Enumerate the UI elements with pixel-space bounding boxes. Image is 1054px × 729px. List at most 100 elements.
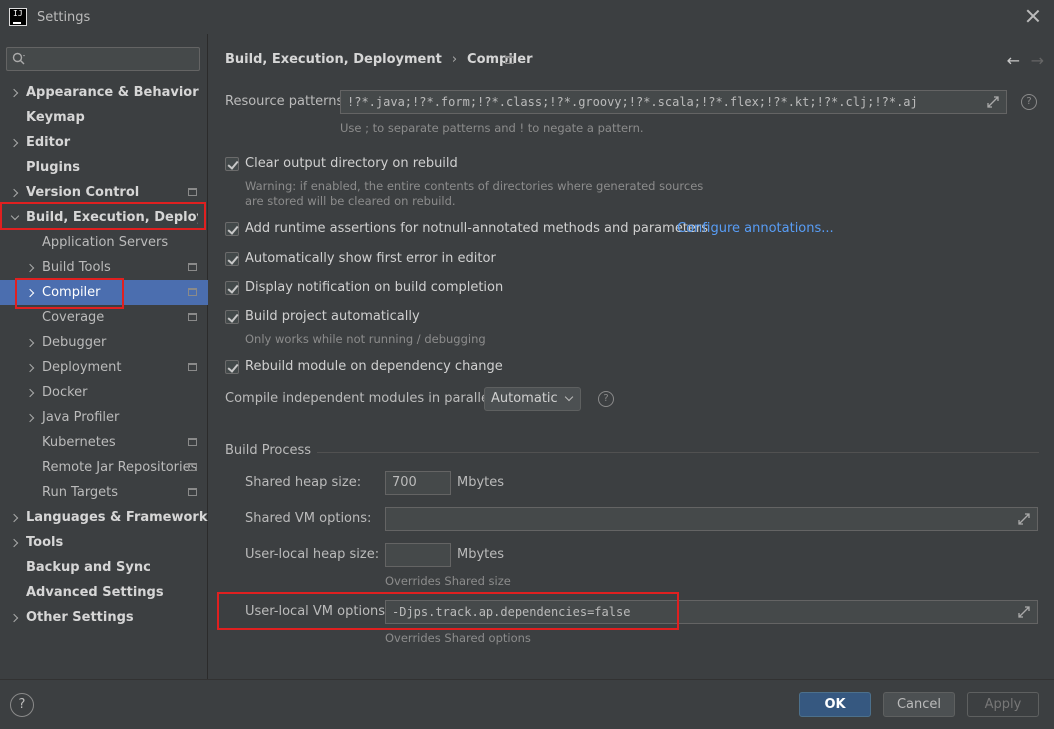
- project-scope-icon: [188, 488, 197, 496]
- project-scope-icon: [188, 288, 197, 296]
- sidebar-item-build-tools[interactable]: Build Tools: [0, 255, 208, 280]
- sidebar-item-label: Debugger: [42, 335, 107, 350]
- clear-output-label: Clear output directory on rebuild: [245, 156, 458, 171]
- section-divider: [317, 452, 1039, 453]
- window-title: Settings: [37, 9, 91, 25]
- close-icon[interactable]: [1024, 7, 1042, 25]
- sidebar-item-label: Appearance & Behavior: [26, 85, 199, 100]
- project-scope-icon: [188, 313, 197, 321]
- display-notification-label: Display notification on build completion: [245, 280, 504, 295]
- sidebar-item-label: Application Servers: [42, 235, 169, 250]
- breadcrumb: Build, Execution, Deployment › Compiler: [225, 52, 533, 67]
- help-icon[interactable]: ?: [598, 391, 614, 407]
- help-button[interactable]: ?: [10, 693, 34, 717]
- sidebar-item-languages-frameworks[interactable]: Languages & Frameworks: [0, 505, 208, 530]
- chevron-right-icon: [11, 613, 20, 622]
- user-heap-label: User-local heap size:: [245, 547, 380, 562]
- search-icon: [12, 52, 25, 65]
- chevron-right-icon: [11, 188, 20, 197]
- forward-arrow-icon[interactable]: →: [1031, 51, 1044, 70]
- configure-annotations-link[interactable]: Configure annotations...: [677, 221, 834, 236]
- sidebar-item-label: Java Profiler: [42, 410, 120, 425]
- clear-output-checkbox[interactable]: [225, 157, 239, 171]
- sidebar-item-advanced-settings[interactable]: Advanced Settings: [0, 580, 208, 605]
- display-notification-checkbox[interactable]: [225, 281, 239, 295]
- sidebar-item-label: Backup and Sync: [26, 560, 151, 575]
- title-bar: IJ Settings: [0, 0, 1054, 34]
- project-scope-icon: [188, 438, 197, 446]
- user-heap-input[interactable]: [385, 543, 451, 567]
- sidebar-item-java-profiler[interactable]: Java Profiler: [0, 405, 208, 430]
- chevron-right-icon: [27, 363, 36, 372]
- expand-icon[interactable]: [986, 95, 1000, 109]
- sidebar-item-label: Tools: [26, 535, 64, 550]
- apply-button[interactable]: Apply: [967, 692, 1039, 717]
- sidebar-item-label: Kubernetes: [42, 435, 116, 450]
- shared-vm-input[interactable]: [385, 507, 1038, 531]
- back-arrow-icon[interactable]: ←: [1007, 51, 1020, 70]
- ok-button[interactable]: OK: [799, 692, 871, 717]
- search-input[interactable]: [33, 50, 193, 68]
- chevron-right-icon: [11, 138, 20, 147]
- sidebar-item-label: Keymap: [26, 110, 85, 125]
- resource-patterns-value: !?*.java;!?*.form;!?*.class;!?*.groovy;!…: [347, 95, 918, 109]
- sidebar-item-application-servers[interactable]: Application Servers: [0, 230, 208, 255]
- rebuild-module-checkbox[interactable]: [225, 360, 239, 374]
- build-automatically-checkbox[interactable]: [225, 310, 239, 324]
- sidebar-item-deployment[interactable]: Deployment: [0, 355, 208, 380]
- cancel-button[interactable]: Cancel: [883, 692, 955, 717]
- sidebar-item-debugger[interactable]: Debugger: [0, 330, 208, 355]
- chevron-right-icon: [11, 513, 20, 522]
- chevron-right-icon: [11, 538, 20, 547]
- breadcrumb-separator: ›: [451, 52, 458, 67]
- shared-heap-input[interactable]: 700: [385, 471, 451, 495]
- runtime-assertions-checkbox[interactable]: [225, 222, 239, 236]
- sidebar-item-appearance-behavior[interactable]: Appearance & Behavior: [0, 80, 208, 105]
- project-scope-icon: [188, 463, 197, 471]
- resource-patterns-hint: Use ; to separate patterns and ! to nega…: [340, 121, 644, 135]
- sidebar-item-label: Run Targets: [42, 485, 119, 500]
- chevron-right-icon: [27, 388, 36, 397]
- dialog-footer: ? OK Cancel Apply: [0, 679, 1054, 729]
- sidebar-item-backup-sync[interactable]: Backup and Sync: [0, 555, 208, 580]
- project-scope-icon: [188, 263, 197, 271]
- expand-icon[interactable]: [1017, 512, 1031, 526]
- sidebar-item-other-settings[interactable]: Other Settings: [0, 605, 208, 630]
- highlight-box-user-vm-options: [217, 592, 679, 630]
- settings-search-box[interactable]: [6, 47, 200, 71]
- settings-sidebar: Appearance & Behavior Keymap Editor Plug…: [0, 34, 208, 679]
- sidebar-item-plugins[interactable]: Plugins: [0, 155, 208, 180]
- shared-heap-label: Shared heap size:: [245, 475, 362, 490]
- show-first-error-checkbox[interactable]: [225, 252, 239, 266]
- shared-heap-unit: Mbytes: [457, 475, 505, 490]
- clear-output-warning: Warning: if enabled, the entire contents…: [245, 179, 704, 193]
- build-automatically-hint: Only works while not running / debugging: [245, 332, 486, 346]
- user-heap-hint: Overrides Shared size: [385, 574, 511, 588]
- sidebar-item-label: Deployment: [42, 360, 122, 375]
- resource-patterns-label: Resource patterns:: [225, 94, 348, 109]
- sidebar-item-tools[interactable]: Tools: [0, 530, 208, 555]
- sidebar-item-remote-jar-repositories[interactable]: Remote Jar Repositories: [0, 455, 208, 480]
- chevron-right-icon: [27, 338, 36, 347]
- sidebar-item-run-targets[interactable]: Run Targets: [0, 480, 208, 505]
- build-automatically-label: Build project automatically: [245, 309, 420, 324]
- sidebar-item-keymap[interactable]: Keymap: [0, 105, 208, 130]
- breadcrumb-current: Compiler: [467, 52, 533, 67]
- parallel-compile-select[interactable]: Automatic: [484, 387, 581, 411]
- sidebar-item-kubernetes[interactable]: Kubernetes: [0, 430, 208, 455]
- user-heap-unit: Mbytes: [457, 547, 505, 562]
- build-process-title: Build Process: [225, 443, 312, 458]
- resource-patterns-input[interactable]: !?*.java;!?*.form;!?*.class;!?*.groovy;!…: [340, 90, 1007, 114]
- expand-icon[interactable]: [1017, 605, 1031, 619]
- project-scope-icon: [505, 56, 514, 64]
- sidebar-item-label: Plugins: [26, 160, 80, 175]
- sidebar-item-docker[interactable]: Docker: [0, 380, 208, 405]
- project-scope-icon: [188, 188, 197, 196]
- shared-heap-value: 700: [392, 475, 417, 490]
- sidebar-item-editor[interactable]: Editor: [0, 130, 208, 155]
- highlight-box-compiler: [15, 278, 124, 309]
- breadcrumb-parent[interactable]: Build, Execution, Deployment: [225, 52, 442, 67]
- show-first-error-label: Automatically show first error in editor: [245, 251, 496, 266]
- runtime-assertions-label: Add runtime assertions for notnull-annot…: [245, 221, 709, 236]
- help-icon[interactable]: ?: [1021, 94, 1037, 110]
